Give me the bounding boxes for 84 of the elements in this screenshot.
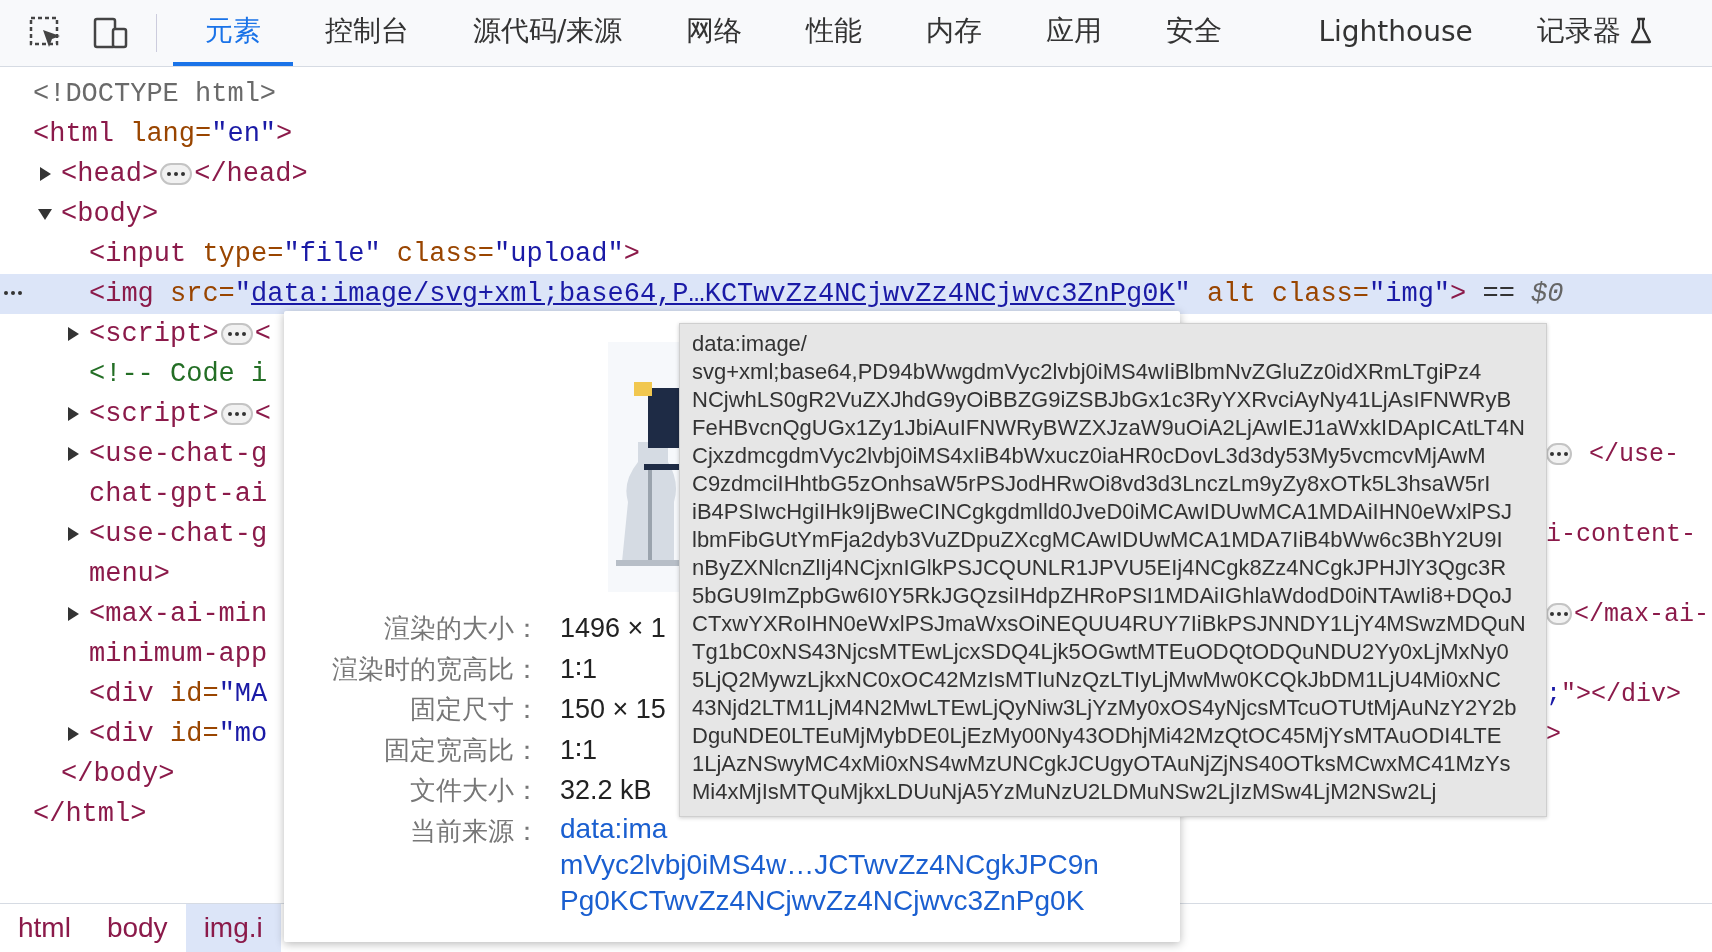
ellipsis-button[interactable] [1546, 443, 1572, 465]
dom-node-text: </html> [33, 799, 147, 829]
detail-value: 1∶1 [560, 733, 598, 767]
collapsed-triangle-icon[interactable] [65, 406, 81, 422]
breadcrumb[interactable]: img.i [185, 904, 281, 952]
detail-label: 渲染时的宽高比： [331, 652, 540, 686]
tooltip-text: lbmFibGUtYmFja2dyb3VuZDpuZXcgMCAwIDUwMCA1MDA7IiB4bWw6c3BhY2U9I [692, 526, 1504, 554]
ellipsis-button[interactable] [220, 323, 253, 345]
dom-node-text: ;"></div> [1546, 679, 1682, 709]
dom-node-text: <img src="data:image/svg+xml;base64,P…KCTwvZz4NCjwvZz4NCjwvc3ZnPg0K" alt class="img"> == $0 [89, 279, 1564, 309]
breadcrumb[interactable]: body [88, 904, 186, 952]
panel-tab[interactable]: Lighthouse [1286, 0, 1505, 66]
tooltip-text: DguNDE0LTEuMjMybDE0LjEzMy00Ny43ODhjMi42MzQtOC45MjYsMTAuODI4LTE [692, 722, 1503, 750]
tooltip-text: FeHBvcnQgUGx1Zy1JbiAuIFNWRyBWZXJzaW9uOiA2LjAwIEJ1aWxkIDApICAtLT4N [692, 414, 1526, 442]
tooltip-text: 5bGU9ImZpbGw6I0Y5RkJGQzsiIHdpZHRoPSI1MDAiIGhlaWdodD0iNTAwIi8+DQoJ [692, 582, 1514, 610]
source-link[interactable]: data:image/svg+xml;base64,P…KCTwvZz4NCjwvZz4NCjwvc3ZnPg0K [251, 279, 1175, 309]
tooltip-text: CTxwYXRoIHN0eWxlPSJmaWxsOiNEQUU4RUY7IiBkPSJNNDY1LjY4MSwzMDQuN [692, 610, 1527, 638]
dom-node-text: <script> [89, 319, 219, 349]
dom-node-text: <body> [61, 199, 159, 229]
detail-label: 文件大小： [409, 774, 540, 807]
panel-tab[interactable]: 应用 [1014, 0, 1135, 66]
dom-node-text: minimum-app [89, 639, 268, 669]
dom-node-text: <div id="mo [89, 719, 268, 749]
dom-node-text: < [254, 399, 271, 429]
collapsed-triangle-icon[interactable] [65, 526, 81, 542]
detail-label: 固定尺寸： [409, 693, 540, 726]
tooltip-text: CjxzdmcgdmVyc2lvbj0iMS4xIiB4bWxucz0iaHR0cDovL3d3dy53My5vcmcvMjAwM [692, 442, 1487, 470]
dom-node-text: </max-ai- [1574, 599, 1710, 629]
tooltip-text: NCjwhLS0gR2VuZXJhdG9yOiBBZG9iZSBJbGx1c3RyYXRvciAyNy41LjAsIFNWRyB [692, 386, 1513, 414]
dom-node-text: <head> [61, 159, 159, 189]
detail-label: 当前来源： [409, 814, 540, 848]
detail-label: 渲染的大小： [383, 612, 540, 645]
ellipsis-button[interactable] [160, 163, 193, 185]
tooltip-text: svg+xml;base64,PD94bWwgdmVyc2lvbj0iMS4wIiBlbmNvZGluZz0idXRmLTgiPz4 [692, 358, 1483, 386]
flask-icon [1628, 17, 1653, 45]
dom-node-text: <max-ai-min [89, 599, 268, 629]
ellipsis-button[interactable] [1546, 603, 1572, 625]
panel-tab[interactable]: 内存 [894, 0, 1015, 66]
tooltip-text: data:image/ [692, 330, 808, 358]
dom-node-text: <use-chat-g [89, 439, 268, 469]
tooltip-text: 43Njd2LTM1LjM4N2MwLTEwLjQyNiw3LjYzMy0xOS4yNjcsMTcuOTUtMjAuNzY2Y2b [692, 694, 1518, 722]
dom-node-text: </head> [194, 159, 308, 189]
collapsed-triangle-icon[interactable] [37, 166, 53, 182]
collapsed-triangle-icon[interactable] [65, 606, 81, 622]
expanded-triangle-icon[interactable] [37, 206, 53, 222]
detail-value: 1∶1 [560, 652, 598, 686]
dom-node-text: i-content- [1546, 519, 1697, 549]
dom-node-text: <html lang="en"> [33, 119, 293, 149]
dom-node-text: chat-gpt-ai [89, 479, 268, 509]
panel-tab[interactable]: 元素 [173, 0, 293, 66]
tooltip-text: Mi4xMjIsMTQuMjkxLDUuNjA5YzMuNzU2LDMuNSw2LjIzMSw4LjM2NSw2Lj [692, 778, 1438, 806]
panel-tab[interactable]: 控制台 [293, 0, 441, 66]
dom-node-text: <use-chat-g [89, 519, 268, 549]
panel-tab[interactable]: 记录器 [1504, 0, 1685, 66]
dom-node-text: <!-- Code i [89, 359, 268, 389]
breadcrumb[interactable]: html [0, 904, 89, 952]
more-dots-icon[interactable] [4, 291, 22, 295]
tooltip-text: 1LjAzNSwyMC4xMi0xNS4wMzUNCgkJCUgyOTAuNjZjNS40OTksMCwxMC41MzYs [692, 750, 1512, 778]
panel-tab[interactable]: 网络 [654, 0, 775, 66]
detail-value: 150 × 15 [560, 693, 666, 726]
tooltip-text: iB4PSIwcHgiIHk9IjBweCINCgkgdmlld0JveD0iMCAwIDUwMCA1MDAiIHN0eWxlPSJ [692, 498, 1513, 526]
detail-value: 1496 × 1 [560, 612, 666, 645]
dom-node-text: menu> [89, 559, 170, 589]
dom-node-text: <input type="file" class="upload"> [89, 239, 640, 269]
tooltip-text: Tg1bC0xNS43NjcsMTEwLjcxSDQ4Ljk5OGwtMTEuODQtODQuNDU2Yy0xLjMxNy0 [692, 638, 1510, 666]
panel-tab[interactable]: 源代码/来源 [441, 0, 655, 66]
collapsed-triangle-icon[interactable] [65, 726, 81, 742]
tooltip-text: C9zdmciIHhtbG5zOnhsaW5rPSJodHRwOi8vd3d3LnczLm9yZy8xOTk5L3hsaW5rI [692, 470, 1492, 498]
panel-tab[interactable]: 性能 [774, 0, 895, 66]
tooltip-text: nByZXNlcnZlIj4NCjxnIGlkPSJCQUNLR1JPVU5EIj4NCgk8Zz4NCgkJPHJlY3Qgc3R [692, 554, 1508, 582]
tooltip-text: 5LjQ2MywzLjkxNC0xOC42MzIsMTIuNzQzLTIyLjMwMw0KCQkJbDM1LjU4Mi0xNC [692, 666, 1502, 694]
dom-node-text: < [254, 319, 271, 349]
ellipsis-button[interactable] [220, 403, 253, 425]
dom-node-text: </use- [1588, 439, 1680, 469]
panel-tab[interactable]: 安全 [1134, 0, 1255, 66]
detail-value: 32.2 kB [560, 774, 652, 807]
collapsed-triangle-icon[interactable] [65, 326, 81, 342]
detail-label: 固定宽高比： [383, 733, 540, 767]
dom-node-text: <!DOCTYPE html> [33, 79, 277, 109]
dom-node-text: </body> [61, 759, 175, 789]
dom-node-text: <script> [89, 399, 219, 429]
dom-node-text: <div id="MA [89, 679, 268, 709]
collapsed-triangle-icon[interactable] [65, 446, 81, 462]
dom-node-text: > [1546, 719, 1561, 749]
